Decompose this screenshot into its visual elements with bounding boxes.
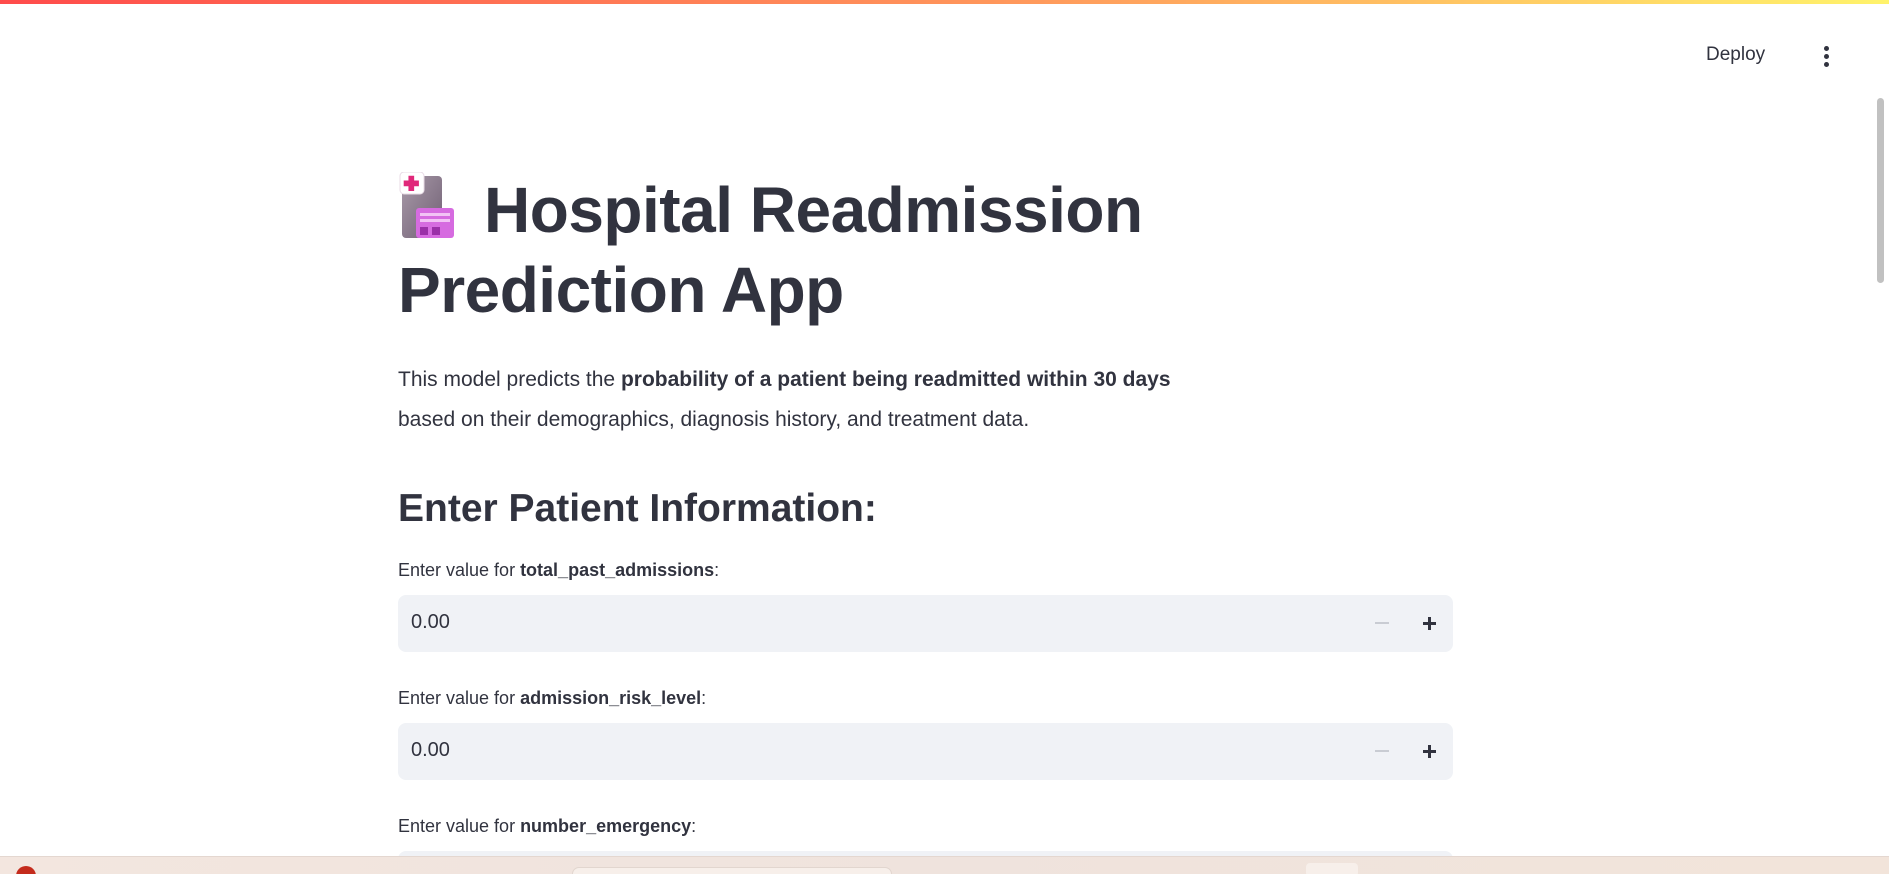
kebab-menu-icon[interactable] bbox=[1816, 46, 1836, 74]
field-label-suffix: : bbox=[691, 816, 697, 836]
decrement-button[interactable] bbox=[1358, 595, 1406, 652]
number-input-value[interactable]: 0.00 bbox=[411, 739, 450, 762]
section-heading: Enter Patient Information: bbox=[398, 487, 877, 530]
clipboard-medical-icon bbox=[398, 171, 458, 238]
field-label: Enter value for total_past_admissions: bbox=[398, 558, 1453, 582]
field-label-prefix: Enter value for bbox=[398, 688, 521, 708]
number-input-value[interactable]: 0.00 bbox=[411, 611, 450, 634]
increment-button[interactable] bbox=[1406, 723, 1453, 780]
field-label: Enter value for number_emergency: bbox=[398, 814, 1453, 838]
field-label-name: admission_risk_level bbox=[520, 688, 702, 708]
minus-icon bbox=[1375, 750, 1389, 752]
main-content: Hospital Readmission Prediction App This… bbox=[398, 170, 1453, 871]
app-header: Deploy bbox=[0, 4, 1880, 114]
number-input-admission-risk-level[interactable]: 0.00 bbox=[398, 723, 1453, 780]
taskbar-search-box[interactable] bbox=[572, 867, 892, 874]
field-label-prefix: Enter value for bbox=[398, 560, 521, 580]
field-label-name: total_past_admissions bbox=[520, 560, 715, 580]
plus-icon-vertical bbox=[1428, 745, 1431, 758]
decrement-button[interactable] bbox=[1358, 723, 1406, 780]
description-emphasis: probability of a patient being readmitte… bbox=[620, 368, 1171, 391]
field-label: Enter value for admission_risk_level: bbox=[398, 686, 1453, 710]
page-title: Hospital Readmission Prediction App bbox=[398, 170, 1453, 330]
minus-icon bbox=[1375, 622, 1389, 624]
field-total-past-admissions: Enter value for total_past_admissions: 0… bbox=[398, 558, 1453, 652]
field-admission-risk-level: Enter value for admission_risk_level: 0.… bbox=[398, 686, 1453, 780]
increment-button[interactable] bbox=[1406, 595, 1453, 652]
taskbar-app-icon[interactable] bbox=[1306, 863, 1358, 874]
field-label-name: number_emergency bbox=[520, 816, 692, 836]
description-prefix: This model predicts the bbox=[398, 368, 621, 391]
os-taskbar bbox=[0, 856, 1889, 874]
number-input-total-past-admissions[interactable]: 0.00 bbox=[398, 595, 1453, 652]
app-description: This model predicts the probability of a… bbox=[398, 360, 1453, 440]
page-title-text: Hospital Readmission Prediction App bbox=[398, 174, 1143, 326]
description-suffix: based on their demographics, diagnosis h… bbox=[398, 408, 1030, 431]
field-label-suffix: : bbox=[714, 560, 720, 580]
field-label-suffix: : bbox=[701, 688, 707, 708]
scrollbar-thumb[interactable] bbox=[1877, 98, 1884, 283]
plus-icon-vertical bbox=[1428, 617, 1431, 630]
notification-badge-icon[interactable] bbox=[16, 866, 36, 874]
field-label-prefix: Enter value for bbox=[398, 816, 521, 836]
deploy-button[interactable]: Deploy bbox=[1706, 44, 1765, 66]
